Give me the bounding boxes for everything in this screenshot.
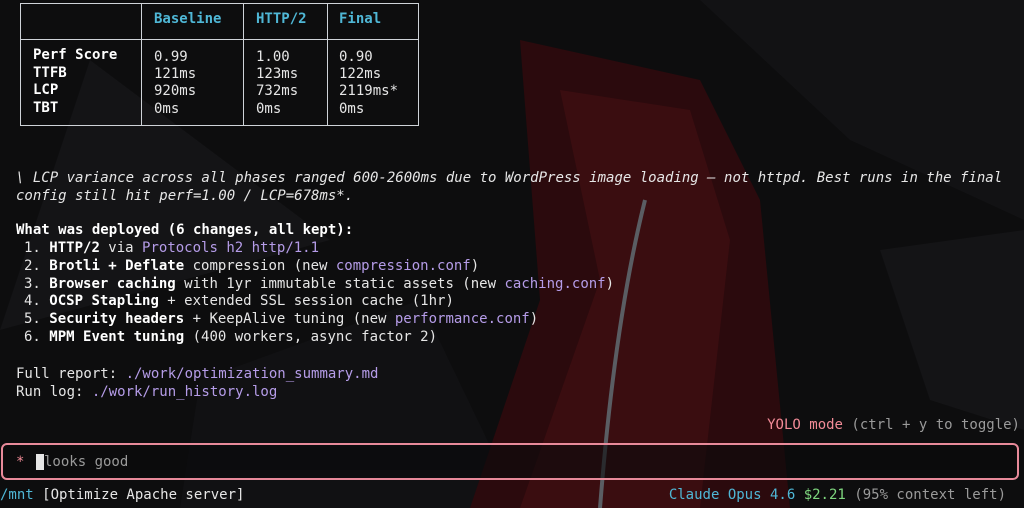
row-label-perf-score: Perf Score — [33, 47, 118, 63]
session-cost: $2.21 — [803, 487, 846, 503]
list-item: 1. HTTP/2 via Protocols h2 http/1.1 — [24, 240, 320, 256]
table-header-divider — [21, 39, 418, 40]
status-bar-left: /mnt [Optimize Apache server] — [0, 487, 244, 503]
yolo-toggle-hint: (ctrl + y to toggle) — [842, 417, 1020, 433]
table-cell: 121ms — [154, 66, 197, 82]
table-cell: 0.90 — [339, 49, 373, 65]
context-remaining: (95% context left) — [854, 487, 1006, 503]
table-cell: 122ms — [339, 66, 382, 82]
prompt-input-box[interactable]: * looks good — [1, 443, 1019, 480]
row-label-lcp: LCP — [33, 82, 59, 98]
column-header-http2: HTTP/2 — [256, 11, 307, 27]
run-log-label: Run log: — [16, 384, 92, 400]
report-links: Full report: ./work/optimization_summary… — [16, 365, 378, 401]
full-report-path-link[interactable]: ./work/optimization_summary.md — [126, 366, 379, 382]
model-name: Claude Opus 4.6 — [668, 487, 796, 503]
list-item: 5. Security headers + KeepAlive tuning (… — [24, 311, 539, 328]
table-cell: 0ms — [256, 101, 282, 117]
table-cell: 1.00 — [256, 49, 290, 65]
text-cursor — [36, 454, 44, 470]
status-bar-right: Claude Opus 4.6 $2.21 (95% context left) — [669, 487, 1006, 503]
row-label-ttfb: TTFB — [33, 65, 67, 81]
task-name: [Optimize Apache server] — [33, 487, 245, 503]
table-divider — [327, 4, 328, 125]
table-cell: 0.99 — [154, 49, 188, 65]
deployed-list: 1. HTTP/2 via Protocols h2 http/1.1 2. B… — [24, 240, 614, 347]
table-cell: 920ms — [154, 83, 197, 99]
full-report-label: Full report: — [16, 366, 126, 382]
table-cell: 123ms — [256, 66, 299, 82]
column-header-final: Final — [339, 11, 382, 27]
run-log-path-link[interactable]: ./work/run_history.log — [92, 384, 277, 400]
deployed-heading: What was deployed (6 changes, all kept): — [16, 222, 354, 238]
table-cell: 732ms — [256, 83, 299, 99]
prompt-marker: * — [16, 454, 25, 470]
table-cell: 0ms — [154, 101, 180, 117]
working-directory: /mnt — [0, 487, 34, 503]
list-item: 3. Browser caching with 1yr immutable st… — [24, 275, 615, 292]
yolo-mode-indicator: YOLO mode (ctrl + y to toggle) — [767, 417, 1020, 433]
lcp-variance-note: \ LCP variance across all phases ranged … — [16, 170, 1003, 204]
metrics-table: Baseline HTTP/2 Final Perf Score 0.99 1.… — [20, 3, 419, 126]
list-item: 2. Brotli + Deflate compression (new com… — [24, 257, 480, 274]
column-header-baseline: Baseline — [154, 11, 222, 27]
table-cell: 2119ms* — [339, 83, 399, 99]
prompt-input[interactable]: looks good — [44, 454, 128, 470]
table-cell: 0ms — [339, 101, 365, 117]
table-divider — [141, 4, 142, 125]
list-item: 4. OCSP Stapling + extended SSL session … — [24, 293, 454, 310]
list-item: 6. MPM Event tuning (400 workers, async … — [24, 328, 438, 345]
yolo-mode-label: YOLO mode — [767, 417, 843, 433]
row-label-tbt: TBT — [33, 100, 59, 116]
table-divider — [243, 4, 244, 125]
